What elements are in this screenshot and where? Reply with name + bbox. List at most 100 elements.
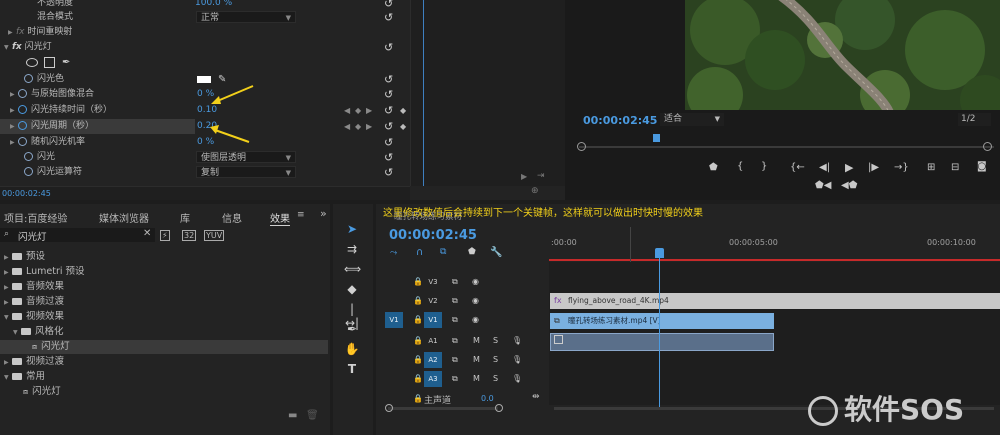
export-frame-icon[interactable]: ⇥	[537, 171, 545, 181]
flash-op-dropdown[interactable]: 复制 ▼	[196, 166, 296, 178]
keyframe-icon[interactable]: ◆	[400, 103, 406, 118]
tree-item[interactable]: ⧈ 闪光灯	[0, 340, 328, 354]
snap-icon[interactable]: ∩	[416, 247, 423, 258]
expand-arrow-icon[interactable]: ▶	[8, 25, 16, 40]
tree-item[interactable]: ▶ 音频效果	[0, 280, 328, 294]
sync-lock-icon[interactable]: ⧉	[452, 355, 458, 365]
expand-arrow-icon[interactable]: ▶	[4, 281, 12, 295]
timeline-playhead[interactable]	[655, 248, 664, 258]
lock-icon[interactable]: 🔒	[413, 336, 423, 345]
add-keyframe-icon[interactable]: ◆	[355, 119, 361, 134]
insert-icon[interactable]: ⬟◀	[815, 180, 831, 191]
type-tool-icon[interactable]: T	[344, 362, 360, 376]
collapse-arrow-icon[interactable]: ▼	[4, 311, 12, 325]
pen-tool-icon[interactable]: ✒	[344, 322, 360, 336]
sync-lock-icon[interactable]: ⧉	[452, 336, 458, 346]
reset-icon[interactable]: ↺	[384, 40, 393, 55]
ec-timecode[interactable]: 00:00:02:45	[2, 189, 51, 198]
master-go-to-icon[interactable]: ⇹	[532, 392, 540, 402]
mute-button[interactable]: M	[473, 336, 480, 345]
sync-lock-icon[interactable]: ⧉	[452, 296, 458, 306]
mic-icon[interactable]: 🎙	[512, 336, 522, 345]
clear-search-icon[interactable]: ✕	[143, 228, 151, 239]
effect-keyframe-timeline[interactable]: ▶ ⇥ ⊕	[410, 0, 565, 196]
track-target-V2[interactable]: V2	[424, 293, 442, 309]
mark-out-icon[interactable]: }	[761, 161, 767, 172]
tree-item[interactable]: ▶ 音频过渡	[0, 295, 328, 309]
reset-icon[interactable]: ↺	[384, 103, 393, 118]
stopwatch-icon[interactable]	[18, 105, 27, 114]
expand-arrow-icon[interactable]: ▶	[10, 87, 18, 102]
stopwatch-icon[interactable]	[24, 152, 33, 161]
lock-icon[interactable]: 🔒	[413, 394, 423, 403]
wrench-icon[interactable]: 🔧	[490, 247, 502, 258]
track-target-A2[interactable]: A2	[424, 352, 442, 368]
keyframe-icon[interactable]: ◆	[400, 119, 406, 134]
razor-tool-icon[interactable]: ◆	[344, 282, 360, 296]
video-frame[interactable]	[685, 0, 1000, 110]
32bit-effects-icon[interactable]: 32	[182, 230, 197, 241]
tab-effects[interactable]: 效果	[270, 210, 290, 226]
stopwatch-icon[interactable]	[18, 137, 27, 146]
mark-in-icon[interactable]: {	[737, 161, 743, 172]
stopwatch-icon[interactable]	[18, 89, 27, 98]
tree-item[interactable]: ▼ 视频效果	[0, 310, 328, 324]
tree-item[interactable]: ▶ Lumetri 预设	[0, 265, 328, 279]
header-scrollbar[interactable]	[388, 407, 498, 410]
reset-icon[interactable]: ↺	[384, 165, 393, 180]
scroll-handle-left[interactable]	[385, 404, 393, 412]
ripple-edit-tool-icon[interactable]: ⟺	[344, 262, 361, 276]
linked-selection-icon[interactable]: ⧉	[440, 247, 446, 257]
collapse-arrow-icon[interactable]: ▼	[4, 40, 12, 55]
ellipse-mask-icon[interactable]	[26, 58, 38, 67]
track-target-A3[interactable]: A3	[424, 371, 442, 387]
add-keyframe-icon[interactable]: ◆	[355, 103, 361, 118]
time-ruler[interactable]: :00:00 00:00:05:00 00:00:10:00	[549, 235, 1000, 261]
zoom-icon[interactable]: ⊕	[531, 186, 539, 196]
solo-button[interactable]: S	[493, 336, 498, 345]
tab-media-browser[interactable]: 媒体浏览器	[99, 210, 149, 225]
blend-mode-dropdown[interactable]: 正常 ▼	[196, 11, 296, 23]
reset-icon[interactable]: ↺	[384, 135, 393, 150]
extract-icon[interactable]: ⊟	[951, 162, 959, 173]
go-to-in-icon[interactable]: {←	[790, 162, 805, 173]
prev-keyframe-icon[interactable]: ◀	[344, 119, 350, 134]
reset-icon[interactable]: ↺	[384, 87, 393, 102]
fit-dropdown[interactable]: 适合 ▼	[660, 113, 724, 126]
track-target-A1[interactable]: A1	[424, 333, 442, 349]
reset-icon[interactable]: ↺	[384, 72, 393, 87]
pen-mask-icon[interactable]: ✒	[62, 55, 70, 70]
eye-icon[interactable]: ◉	[472, 277, 479, 286]
reset-icon[interactable]: ↺	[384, 150, 393, 165]
hand-tool-icon[interactable]: ✋	[344, 342, 360, 356]
sync-lock-icon[interactable]: ⧉	[452, 277, 458, 287]
mic-icon[interactable]: 🎙	[512, 374, 522, 383]
tree-item[interactable]: ▶ 视频过渡	[0, 355, 328, 369]
stopwatch-icon[interactable]	[18, 121, 27, 130]
clip-v2[interactable]: fx flying_above_road_4K.mp4	[550, 293, 1000, 309]
step-back-icon[interactable]: ◀|	[819, 162, 830, 173]
search-input[interactable]: 闪光灯	[18, 229, 47, 243]
mic-icon[interactable]: 🎙	[512, 355, 522, 364]
work-area-bar[interactable]	[549, 259, 1000, 261]
lock-icon[interactable]: 🔒	[413, 296, 423, 305]
tab-library[interactable]: 库	[180, 210, 190, 225]
timeline-timecode[interactable]: 00:00:02:45	[389, 228, 477, 243]
expand-arrow-icon[interactable]: ▶	[4, 296, 12, 310]
tab-project[interactable]: 项目:百度经验	[4, 210, 67, 225]
expand-arrow-icon[interactable]: ▶	[4, 251, 12, 265]
expand-arrow-icon[interactable]: ▶	[4, 266, 12, 280]
tree-item[interactable]: ▶ 预设	[0, 250, 328, 264]
play-icon[interactable]: ▶	[845, 161, 853, 174]
more-panels-button[interactable]: »	[320, 207, 327, 220]
tree-item[interactable]: ▼ 常用	[0, 370, 328, 384]
clip-v1[interactable]: ⧉ 瞳孔转场练习素材.mp4 [V]	[550, 313, 774, 329]
tab-info[interactable]: 信息	[222, 210, 242, 225]
collapse-arrow-icon[interactable]: ▼	[13, 326, 21, 340]
delete-icon[interactable]: 🗑	[306, 410, 319, 421]
scroll-handle-right[interactable]	[495, 404, 503, 412]
program-scrubber[interactable]	[579, 146, 994, 148]
export-frame-icon[interactable]: ◙	[977, 161, 987, 172]
reset-icon[interactable]: ↺	[384, 119, 393, 134]
lift-icon[interactable]: ⊞	[927, 162, 935, 173]
